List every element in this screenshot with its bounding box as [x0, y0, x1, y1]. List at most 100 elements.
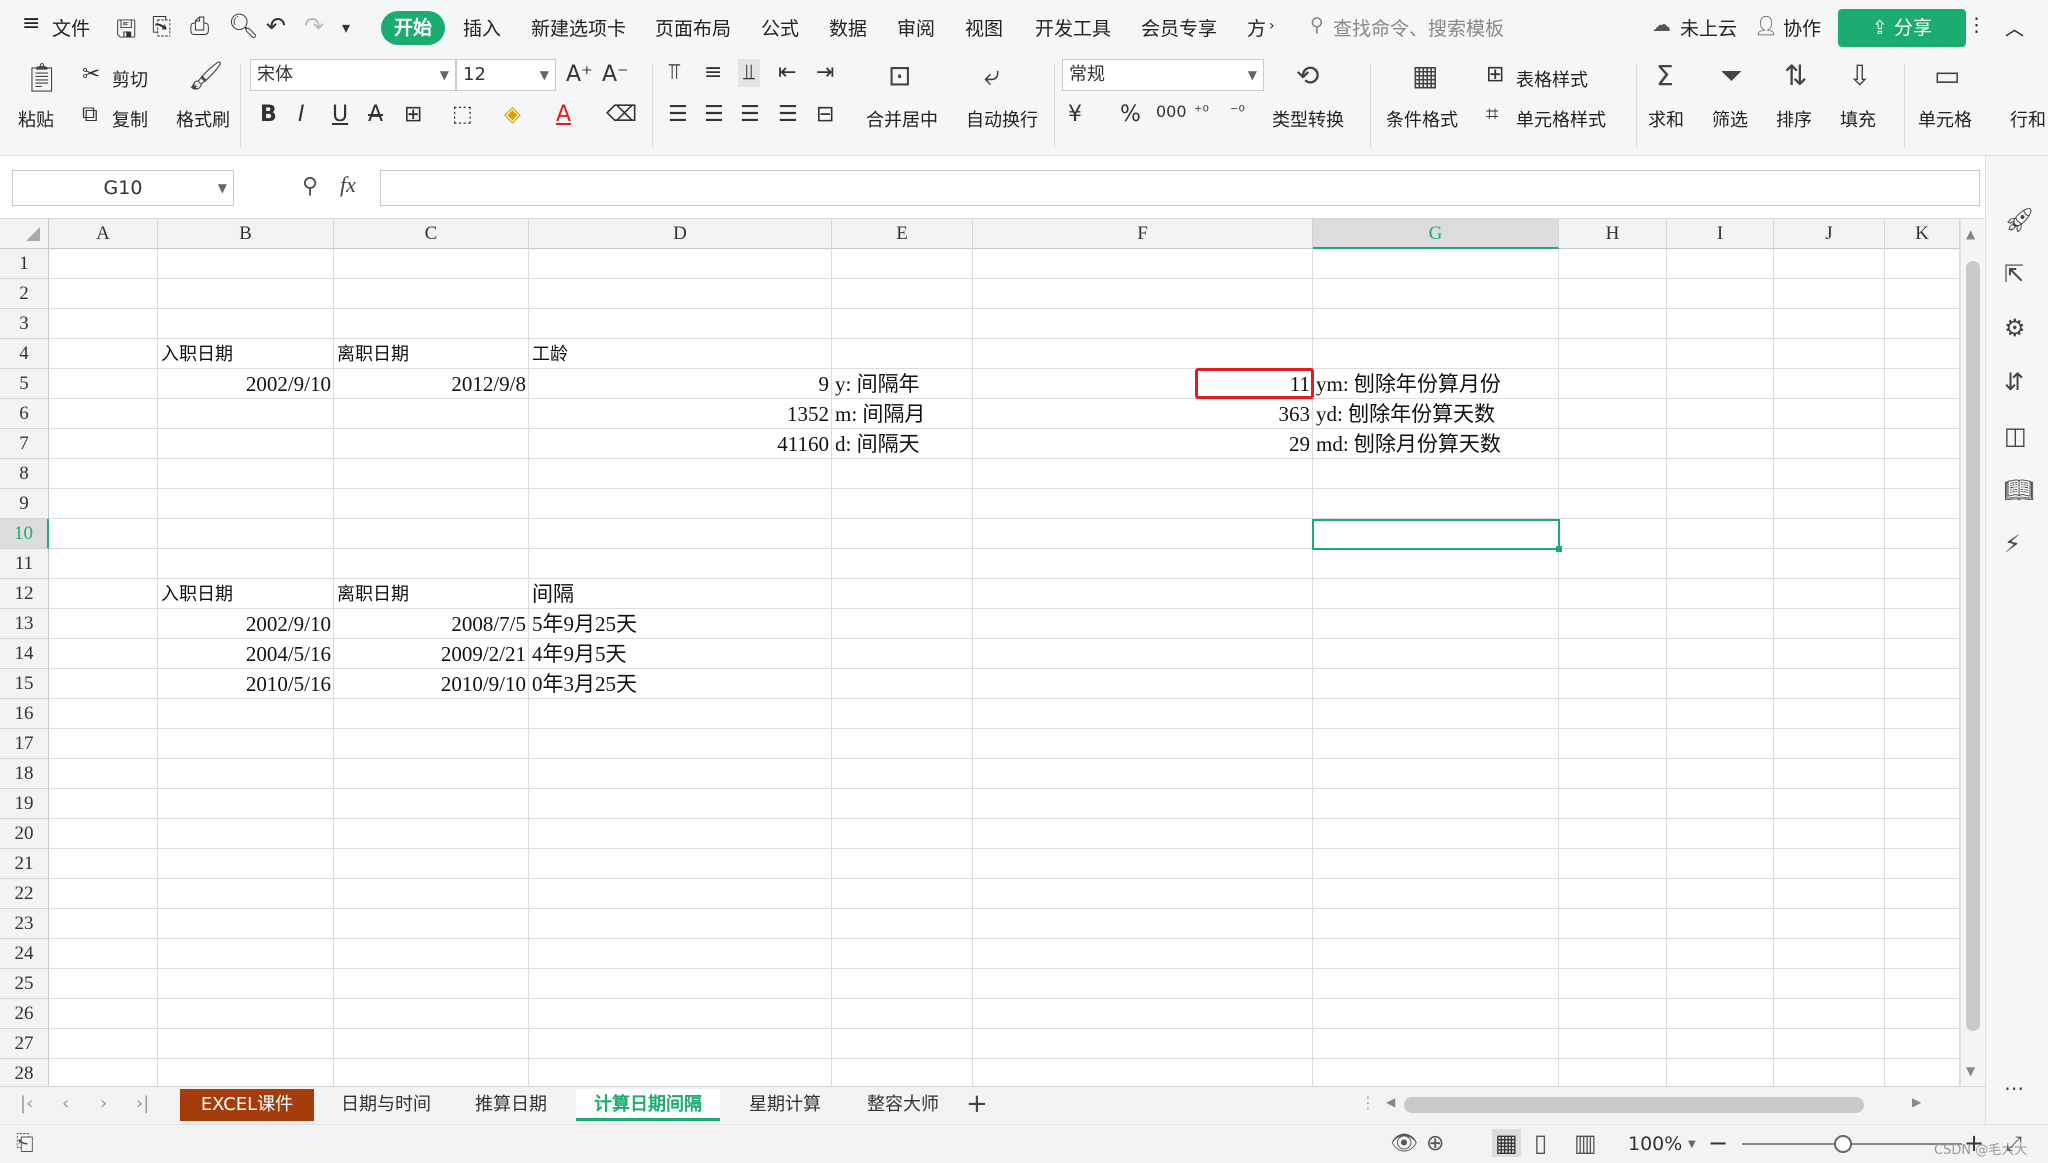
quick-access-more-icon[interactable]: ▾: [342, 18, 350, 37]
tab-developer[interactable]: 开发工具: [1035, 14, 1111, 41]
row-header-21[interactable]: 21: [0, 849, 49, 879]
first-sheet-icon[interactable]: |‹: [20, 1093, 33, 1114]
conditional-format-icon[interactable]: ▦: [1412, 62, 1438, 90]
cell-F6[interactable]: 363: [973, 399, 1313, 429]
lightning-icon[interactable]: ⚡: [2004, 530, 2021, 558]
font-name-select[interactable]: 宋体 ▼: [250, 59, 456, 91]
cell-C5[interactable]: 2012/9/8: [334, 369, 529, 399]
increase-indent-icon[interactable]: ⇥: [816, 62, 834, 84]
row-header-18[interactable]: 18: [0, 759, 49, 789]
row-header-20[interactable]: 20: [0, 819, 49, 849]
select-all-corner[interactable]: [0, 219, 49, 249]
table-style-button[interactable]: 表格样式: [1516, 66, 1588, 92]
zoom-level[interactable]: 100%: [1628, 1133, 1682, 1155]
cell-C13[interactable]: 2008/7/5: [334, 609, 529, 639]
row-header-27[interactable]: 27: [0, 1029, 49, 1059]
cell-D15[interactable]: 0年3月25天: [529, 669, 832, 699]
sort-button[interactable]: 排序: [1776, 106, 1812, 132]
row-col-button[interactable]: 行和: [2010, 106, 2046, 132]
tab-member[interactable]: 会员专享: [1141, 14, 1217, 41]
share-button[interactable]: ⇪ 分享: [1838, 9, 1966, 47]
row-header-17[interactable]: 17: [0, 729, 49, 759]
print-preview-icon[interactable]: 🔍︎: [228, 12, 258, 40]
row-header-14[interactable]: 14: [0, 639, 49, 669]
align-center-icon[interactable]: ☰: [704, 104, 724, 126]
scroll-down-icon[interactable]: ▼: [1966, 1064, 1975, 1078]
scroll-left-icon[interactable]: ◀: [1386, 1095, 1395, 1109]
cut-icon[interactable]: ✂: [82, 64, 100, 86]
font-size-select[interactable]: 12 ▼: [456, 59, 556, 91]
cell-D5[interactable]: 9: [529, 369, 832, 399]
print-icon[interactable]: ⎙: [190, 12, 209, 40]
strikethrough-icon[interactable]: A: [368, 104, 383, 126]
cell-G7[interactable]: md: 刨除月份算天数: [1313, 429, 1559, 459]
tab-review[interactable]: 审阅: [897, 14, 935, 41]
cell-E6[interactable]: m: 间隔月: [832, 399, 973, 429]
macro-record-icon[interactable]: ⎗: [16, 1131, 34, 1156]
row-header-9[interactable]: 9: [0, 489, 49, 519]
cell-style-button[interactable]: 单元格样式: [1516, 106, 1606, 132]
decrease-font-icon[interactable]: A⁻: [602, 64, 629, 86]
row-header-28[interactable]: 28: [0, 1059, 49, 1086]
collapse-ribbon-icon[interactable]: ︿: [2005, 14, 2024, 41]
tabs-scroll-right-icon[interactable]: ›: [1269, 18, 1275, 34]
row-header-3[interactable]: 3: [0, 309, 49, 339]
filter-icon[interactable]: ⏷: [1720, 62, 1742, 90]
sheet-tab-date-time[interactable]: 日期与时间: [326, 1089, 446, 1121]
align-bottom-icon[interactable]: ⫫: [738, 59, 761, 87]
percent-icon[interactable]: %: [1120, 104, 1141, 126]
tab-formulas[interactable]: 公式: [761, 14, 799, 41]
cell-E5[interactable]: y: 间隔年: [832, 369, 973, 399]
fx-icon[interactable]: fx: [340, 172, 356, 198]
tab-page-layout[interactable]: 页面布局: [655, 14, 731, 41]
formula-panel-icon[interactable]: ⇵: [2004, 368, 2024, 396]
align-top-icon[interactable]: ⫪: [668, 62, 680, 84]
row-header-16[interactable]: 16: [0, 699, 49, 729]
row-header-25[interactable]: 25: [0, 969, 49, 999]
tab-more[interactable]: 方: [1247, 14, 1266, 41]
type-convert-button[interactable]: 类型转换: [1272, 106, 1344, 132]
cell-C14[interactable]: 2009/2/21: [334, 639, 529, 669]
column-header-J[interactable]: J: [1774, 219, 1885, 249]
format-painter-icon[interactable]: 🖌︎: [188, 62, 224, 90]
row-header-12[interactable]: 12: [0, 579, 49, 609]
tab-insert[interactable]: 插入: [463, 14, 501, 41]
italic-icon[interactable]: I: [298, 104, 305, 126]
sort-icon[interactable]: ⇅: [1784, 62, 1807, 90]
row-header-1[interactable]: 1: [0, 249, 49, 279]
cell-C4[interactable]: 离职日期: [334, 339, 529, 369]
normal-view-icon[interactable]: ▦: [1492, 1129, 1521, 1157]
zoom-dropdown-icon[interactable]: ▼: [1688, 1139, 1696, 1150]
zoom-slider-track[interactable]: [1742, 1143, 1962, 1145]
sum-icon[interactable]: Σ: [1656, 62, 1674, 90]
increase-decimal-icon[interactable]: ⁺⁰: [1194, 104, 1209, 120]
cell-D4[interactable]: 工龄: [529, 339, 832, 369]
cloud-icon[interactable]: ☁: [1652, 14, 1671, 36]
merge-center-icon[interactable]: ⊡: [888, 62, 911, 90]
row-header-23[interactable]: 23: [0, 909, 49, 939]
row-header-15[interactable]: 15: [0, 669, 49, 699]
fullscreen-icon[interactable]: ⤢: [2006, 1131, 2022, 1155]
cell-D7[interactable]: 41160: [529, 429, 832, 459]
scroll-up-icon[interactable]: ▲: [1966, 227, 1975, 241]
tab-home[interactable]: 开始: [381, 11, 445, 45]
input-method-icon[interactable]: ⊕: [1426, 1131, 1444, 1156]
row-header-8[interactable]: 8: [0, 459, 49, 489]
book-icon[interactable]: 📖︎: [2004, 476, 2034, 504]
tab-data[interactable]: 数据: [829, 14, 867, 41]
row-header-6[interactable]: 6: [0, 399, 49, 429]
table-style-icon[interactable]: ⊞: [1486, 64, 1504, 86]
bold-icon[interactable]: B: [260, 104, 277, 126]
cursor-select-icon[interactable]: ⇱: [2004, 260, 2024, 288]
column-header-E[interactable]: E: [832, 219, 973, 249]
sheet-tab-weekday[interactable]: 星期计算: [732, 1089, 838, 1121]
row-header-4[interactable]: 4: [0, 339, 49, 369]
paste-icon[interactable]: 📋︎: [24, 64, 60, 92]
column-header-H[interactable]: H: [1559, 219, 1667, 249]
filter-button[interactable]: 筛选: [1712, 106, 1748, 132]
copy-button[interactable]: 复制: [112, 106, 148, 132]
cell-D12[interactable]: 间隔: [529, 579, 832, 609]
cell-C12[interactable]: 离职日期: [334, 579, 529, 609]
page-break-view-icon[interactable]: ▥: [1574, 1129, 1597, 1157]
sheet-tab-makeover[interactable]: 整容大师: [850, 1089, 956, 1121]
